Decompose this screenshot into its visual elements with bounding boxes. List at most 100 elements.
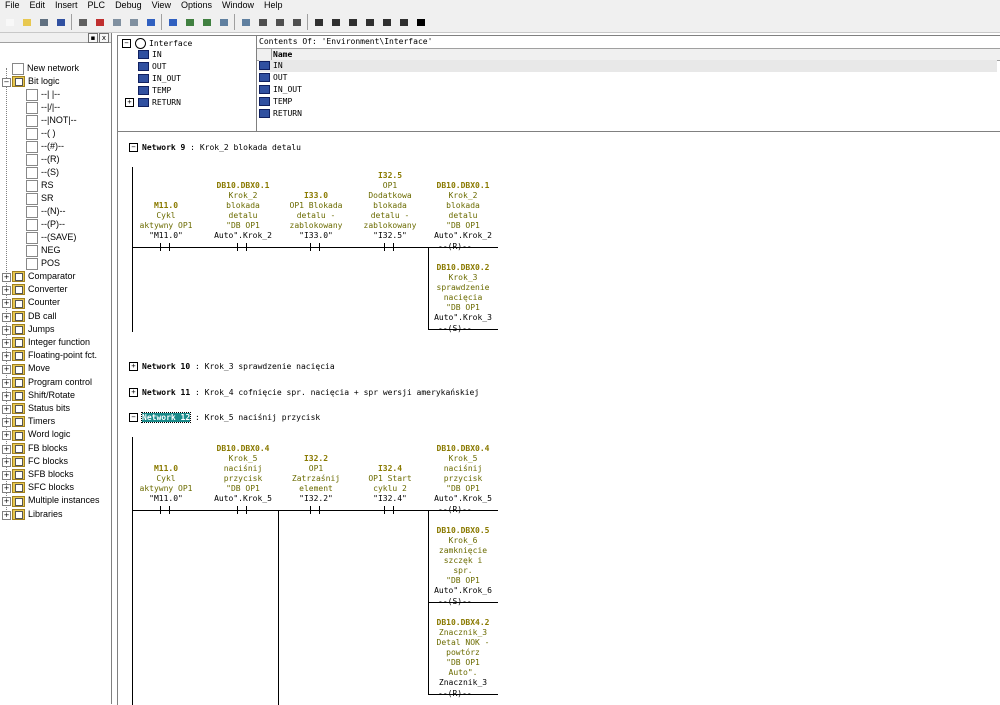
contact-symbol[interactable] (384, 506, 394, 514)
coil-label[interactable]: DB10.DBX4.2 Znacznik_3 Detal NOK - powtórz "… (423, 618, 503, 688)
interface-item-temp[interactable]: TEMP (138, 85, 171, 97)
copy-icon[interactable] (109, 15, 124, 30)
network-header[interactable]: + Network 10 : Krok_3 sprawdzenie nacięci… (129, 362, 335, 371)
contents-row[interactable]: IN (259, 60, 997, 72)
expand-icon[interactable]: + (2, 312, 11, 322)
contact-symbol[interactable] (160, 506, 170, 514)
expand-icon[interactable]: + (2, 391, 11, 401)
coil-label[interactable]: DB10.DBX0.1 Krok_2 blokada detalu "DB OP1 Aut… (423, 181, 503, 241)
paste-icon[interactable] (126, 15, 141, 30)
tree-item[interactable]: --(P)-- (26, 218, 65, 231)
tree-item[interactable]: Multiple instances (12, 494, 100, 507)
tree-item[interactable]: --|/|-- (26, 101, 60, 114)
tree-item[interactable]: --(R) (26, 153, 60, 166)
tree-item[interactable]: FB blocks (12, 442, 68, 455)
contact-label[interactable]: M11.0 Cykl aktywny OP1 "M11.0" (126, 464, 206, 504)
contact-label[interactable]: DB10.DBX0.1 Krok_2 blokada detalu "DB OP1 Aut… (203, 181, 283, 241)
expand-icon[interactable]: + (2, 484, 11, 494)
expand-icon[interactable]: + (2, 365, 11, 375)
contact-label[interactable]: I32.4 OP1 Start cyklu 2 "I32.4" (350, 464, 430, 504)
interface-item-in[interactable]: IN (138, 49, 162, 61)
contact-label[interactable]: I32.2 OP1 Zatrzaśnij element "I32.2" (276, 454, 356, 504)
network-header[interactable]: + Network 11 : Krok_4 cofnięcie spr. naci… (129, 388, 479, 397)
tree-item[interactable]: Status bits (12, 402, 70, 415)
tree-item[interactable]: Converter (12, 283, 68, 296)
collapse-icon[interactable]: − (129, 413, 138, 422)
tree-item[interactable]: --| |-- (26, 88, 60, 101)
branch-close-icon[interactable] (379, 15, 394, 30)
coil-symbol[interactable]: --(R)-- (438, 242, 472, 251)
tree-item[interactable]: Timers (12, 415, 55, 428)
dock-icon[interactable]: ▪ (88, 33, 98, 43)
contact-symbol[interactable] (384, 243, 394, 251)
expand-icon[interactable]: + (2, 471, 11, 480)
coil-symbol[interactable]: --(R)-- (438, 689, 472, 698)
contact-symbol[interactable] (237, 506, 247, 514)
contact-symbol[interactable] (237, 243, 247, 251)
tree-item[interactable]: RS (26, 179, 54, 192)
expand-icon[interactable]: + (129, 388, 138, 397)
contact-symbol[interactable] (160, 243, 170, 251)
collapse-icon[interactable]: − (129, 143, 138, 152)
menu-help[interactable]: Help (259, 0, 288, 11)
tree-item[interactable]: Integer function (12, 336, 90, 349)
print-icon[interactable] (75, 15, 90, 30)
interface-item-out[interactable]: OUT (138, 61, 166, 73)
accessible-nodes-icon[interactable] (36, 15, 51, 30)
open-icon[interactable] (19, 15, 34, 30)
tree-item[interactable]: POS (26, 257, 60, 270)
close-panel-button[interactable]: x (99, 33, 109, 43)
menu-file[interactable]: File (0, 0, 25, 11)
expand-icon[interactable]: + (2, 325, 11, 335)
tree-item[interactable]: SFC blocks (12, 481, 74, 494)
tree-item[interactable]: --(S) (26, 166, 59, 179)
expand-icon[interactable]: + (125, 98, 134, 107)
tree-item[interactable]: DB call (12, 310, 57, 323)
coil-label[interactable]: DB10.DBX0.4 Krok_5 naciśnij przycisk "DB OP1… (423, 444, 503, 504)
expand-icon[interactable]: + (2, 431, 11, 441)
network-header[interactable]: − Network 12 : Krok_5 naciśnij przycisk (129, 412, 320, 423)
monitor-icon[interactable] (216, 15, 231, 30)
expand-icon[interactable]: + (2, 378, 11, 388)
tree-item[interactable]: Jumps (12, 323, 55, 336)
tree-item[interactable]: --|NOT|-- (26, 114, 77, 127)
tree-item[interactable]: Program control (12, 376, 92, 389)
expand-icon[interactable]: + (2, 352, 11, 362)
expand-icon[interactable]: + (2, 405, 11, 414)
upload-icon[interactable] (199, 15, 214, 30)
coil-symbol[interactable]: --(S)-- (438, 597, 472, 606)
expand-icon[interactable]: + (2, 273, 11, 282)
tree-item[interactable]: Word logic (12, 428, 70, 441)
expand-icon[interactable]: + (2, 457, 11, 467)
tree-item[interactable]: Counter (12, 296, 60, 309)
contents-row[interactable]: IN_OUT (259, 84, 302, 96)
help-icon[interactable] (413, 15, 428, 30)
tree-item[interactable]: Bit logic (12, 75, 60, 88)
tree-item[interactable]: NEG (26, 244, 61, 257)
expand-icon[interactable]: + (129, 362, 138, 371)
new-icon[interactable] (2, 15, 17, 30)
tree-item[interactable]: Shift/Rotate (12, 389, 75, 402)
interface-item-return[interactable]: + RETURN (125, 97, 181, 109)
contents-row[interactable]: RETURN (259, 108, 302, 120)
contact-label[interactable]: I32.5 OP1 Dodatkowa blokada detalu - zablokow… (350, 171, 430, 241)
menu-plc[interactable]: PLC (83, 0, 111, 11)
save-icon[interactable] (53, 15, 68, 30)
tree-item[interactable]: --(#)-- (26, 140, 64, 153)
ladder-editor[interactable]: − Network 9 : Krok_2 blokada detalu M11.0 C… (117, 131, 1000, 705)
interface-item-in_out[interactable]: IN_OUT (138, 73, 181, 85)
redo-icon[interactable] (165, 15, 180, 30)
expand-icon[interactable]: + (2, 497, 11, 507)
connection-icon[interactable] (396, 15, 411, 30)
undo-icon[interactable] (143, 15, 158, 30)
expand-icon[interactable]: + (2, 418, 11, 428)
tree-item[interactable]: --(SAVE) (26, 231, 76, 244)
contact-label[interactable]: I33.0 OP1 Blokada detalu - zablokowany "I33.… (276, 191, 356, 241)
coil-label[interactable]: DB10.DBX0.5 Krok_6 zamknięcie szczęk i spr. "… (423, 526, 503, 596)
contact-no-icon[interactable] (311, 15, 326, 30)
collapse-icon[interactable]: − (122, 39, 131, 48)
tree-item[interactable]: Floating-point fct. (12, 349, 97, 362)
menu-view[interactable]: View (147, 0, 176, 11)
tree-item[interactable]: SFB blocks (12, 468, 74, 481)
contents-row[interactable]: OUT (259, 72, 287, 84)
